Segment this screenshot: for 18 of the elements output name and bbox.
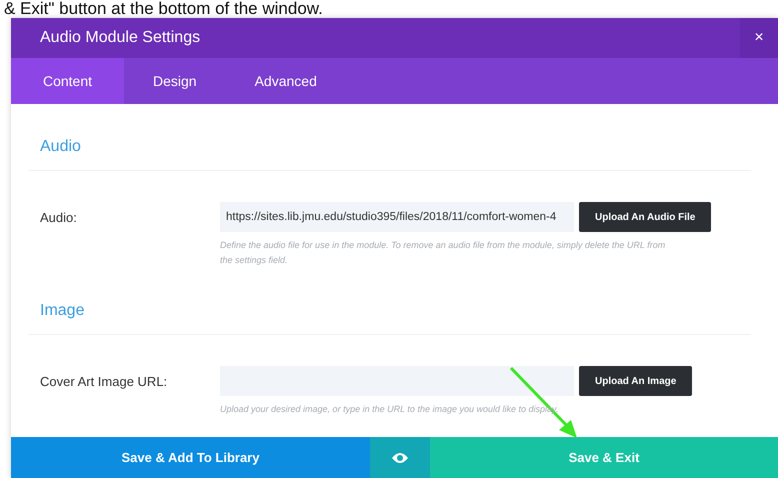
preview-button[interactable] <box>370 437 430 478</box>
caption-text: & Exit" button at the bottom of the window. <box>3 0 324 18</box>
close-button[interactable]: × <box>740 18 778 58</box>
eye-icon <box>391 452 409 464</box>
field-label: Cover Art Image URL: <box>40 373 168 391</box>
save-library-button[interactable]: Save & Add To Library <box>11 437 370 478</box>
upload-button[interactable]: Upload An Audio File <box>579 202 712 232</box>
upload-button[interactable]: Upload An Image <box>579 366 692 396</box>
section-title: Audio <box>28 134 751 171</box>
tab[interactable]: Content <box>11 58 124 104</box>
tab[interactable]: Design <box>124 58 226 104</box>
section-title: Image <box>28 298 751 335</box>
field-label: Audio: <box>40 209 78 227</box>
window-title: Audio Module Settings <box>39 29 200 47</box>
help-text: Define the audio file for use in the module. To remove an audio file from the module, simply delete the URL from the settings field. <box>220 239 666 267</box>
tab[interactable]: Advanced <box>226 58 346 104</box>
input-field[interactable]: https://sites.lib.jmu.edu/studio395/files/2018/11/comfort-women-4 <box>220 202 574 232</box>
input-field[interactable] <box>220 366 574 396</box>
